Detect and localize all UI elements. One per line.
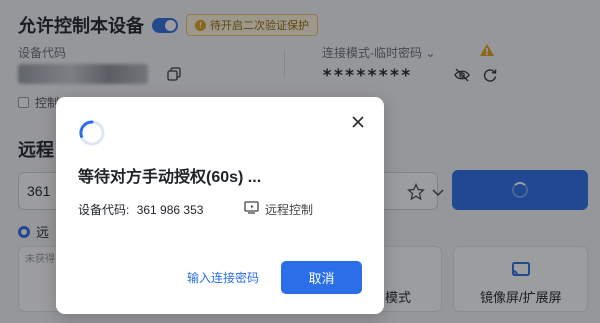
remote-control-icon — [244, 201, 259, 214]
cancel-button[interactable]: 取消 — [281, 261, 362, 294]
connection-mode-label: 远程控制 — [265, 203, 314, 217]
dialog-title: 等待对方手动授权(60s) ... — [78, 169, 262, 186]
authorization-dialog: 等待对方手动授权(60s) ... 设备代码: 361 986 353 远程控制… — [56, 97, 384, 314]
device-code-value: 361 986 353 — [136, 203, 204, 217]
spinner-icon — [79, 120, 105, 146]
device-code-line: 设备代码: 361 986 353 — [78, 201, 203, 218]
enter-password-link[interactable]: 输入连接密码 — [187, 269, 259, 286]
close-icon[interactable] — [350, 114, 366, 130]
device-code-label: 设备代码: — [78, 203, 130, 217]
